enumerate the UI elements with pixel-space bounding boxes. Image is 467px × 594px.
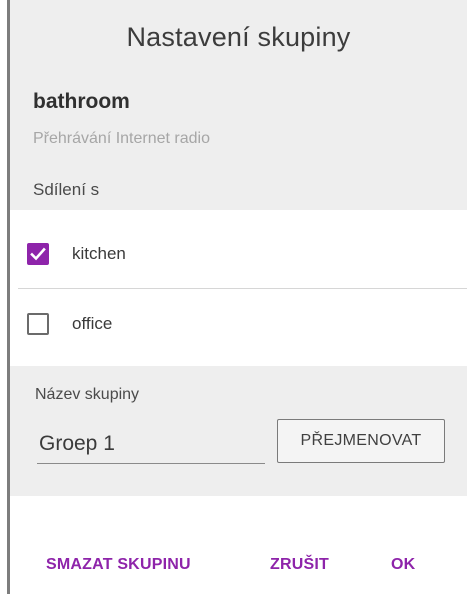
checkbox-checked-icon[interactable]	[27, 243, 49, 265]
share-with-label: Sdílení s	[33, 180, 100, 199]
group-settings-dialog: Nastavení skupiny bathroom Přehrávání In…	[10, 0, 467, 594]
checkbox-unchecked-icon[interactable]	[27, 313, 49, 335]
row-divider	[18, 288, 467, 289]
group-name: bathroom	[33, 90, 130, 113]
share-target-label: office	[72, 314, 113, 333]
group-name-section: Název skupiny PŘEJMENOVAT	[10, 366, 467, 496]
dialog-title: Nastavení skupiny	[126, 22, 351, 52]
rename-button[interactable]: PŘEJMENOVAT	[277, 419, 445, 463]
dialog-actions: SMAZAT SKUPINU ZRUŠIT OK	[10, 556, 467, 584]
cancel-button[interactable]: ZRUŠIT	[270, 556, 329, 574]
share-target-kitchen[interactable]: kitchen	[10, 222, 467, 286]
group-name-label: Název skupiny	[35, 386, 140, 403]
dialog-header: Nastavení skupiny bathroom Přehrávání In…	[10, 0, 467, 210]
delete-group-button[interactable]: SMAZAT SKUPINU	[46, 556, 191, 574]
share-target-label: kitchen	[72, 244, 126, 263]
playing-status: Přehrávání Internet radio	[33, 130, 210, 147]
share-target-office[interactable]: office	[10, 292, 467, 356]
group-name-input[interactable]	[37, 424, 265, 464]
ok-button[interactable]: OK	[391, 556, 415, 574]
